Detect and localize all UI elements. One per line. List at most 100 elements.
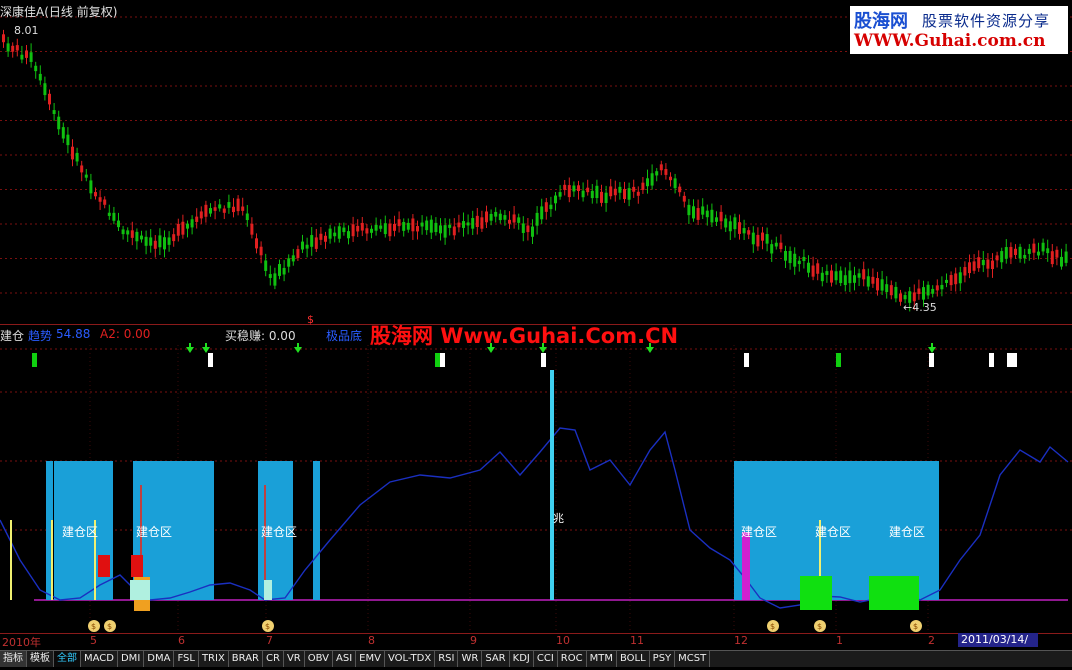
tab-dma[interactable]: DMA	[144, 651, 175, 667]
x-tick-label: 7	[266, 634, 273, 647]
candle-body	[121, 229, 125, 235]
x-tick-label: 1	[836, 634, 843, 647]
candle-body	[186, 223, 189, 229]
candle-body	[977, 257, 981, 269]
candle-body	[89, 180, 93, 194]
tab-mcst[interactable]: MCST	[675, 651, 711, 667]
marker-green	[32, 353, 37, 367]
tab-trix[interactable]: TRIX	[199, 651, 229, 667]
candle-body	[342, 227, 346, 233]
candle-body	[526, 225, 530, 233]
candle-body	[333, 232, 337, 237]
candle-body	[213, 207, 217, 211]
candle-body	[84, 174, 88, 178]
x-tick-label: 11	[630, 634, 644, 647]
marker-white	[929, 353, 934, 367]
candle-body	[595, 185, 599, 199]
signal-box	[742, 532, 750, 600]
candle-body	[618, 186, 622, 193]
candle-body	[462, 221, 465, 228]
candle-body	[710, 209, 714, 223]
tab-cci[interactable]: CCI	[534, 651, 558, 667]
tab-roc[interactable]: ROC	[558, 651, 587, 667]
candle-body	[34, 65, 38, 72]
candle-body	[508, 219, 511, 224]
candle-body	[365, 228, 369, 234]
dollar-mark: $	[307, 313, 314, 326]
extreme-bottom-label: 极品底	[326, 329, 363, 343]
tab-wr[interactable]: WR	[458, 651, 483, 667]
candle-body	[383, 223, 387, 235]
candle-body	[623, 188, 626, 200]
candle-body	[797, 260, 801, 265]
candle-body	[149, 237, 153, 246]
zone-label: 建仓区	[741, 525, 778, 539]
tab-vr[interactable]: VR	[284, 651, 305, 667]
candle-body	[655, 171, 659, 176]
candle-body	[167, 237, 171, 245]
candle-body	[719, 211, 723, 222]
signal-box	[800, 576, 832, 610]
candle-body	[480, 217, 484, 229]
tab-kdj[interactable]: KDJ	[510, 651, 534, 667]
candle-body	[949, 275, 953, 286]
tab-vol-tdx[interactable]: VOL-TDX	[385, 651, 436, 667]
tab-cr[interactable]: CR	[263, 651, 284, 667]
candle-body	[788, 251, 792, 264]
candle-body	[650, 173, 654, 186]
tab-模板[interactable]: 模板	[27, 651, 54, 667]
tab-全部[interactable]: 全部	[54, 651, 81, 667]
tab-mtm[interactable]: MTM	[587, 651, 617, 667]
tab-psy[interactable]: PSY	[650, 651, 676, 667]
candle-body	[940, 284, 944, 290]
tab-rsi[interactable]: RSI	[435, 651, 459, 667]
candle-body	[641, 182, 645, 190]
candle-body	[733, 217, 737, 230]
candle-body	[563, 184, 567, 190]
candle-body	[885, 284, 889, 293]
candle-body	[581, 190, 585, 198]
x-tick-label: 8	[368, 634, 375, 647]
candle-body	[577, 185, 580, 192]
indicator-name[interactable]: 建仓	[0, 327, 24, 344]
candle-body	[659, 164, 663, 171]
money-bag-icon: $	[107, 622, 112, 631]
tab-obv[interactable]: OBV	[305, 651, 333, 667]
candle-body	[889, 285, 893, 296]
candle-body	[696, 208, 700, 220]
marker-white	[208, 353, 213, 367]
candle-body	[61, 127, 65, 139]
tab-boll[interactable]: BOLL	[617, 651, 650, 667]
candle-body	[416, 226, 419, 232]
watermark: 股海网 Www.Guhai.Com.CN	[370, 324, 679, 348]
tab-emv[interactable]: EMV	[356, 651, 385, 667]
candle-body	[517, 217, 521, 223]
tab-sar[interactable]: SAR	[482, 651, 510, 667]
marker-white	[744, 353, 749, 367]
tab-fsl[interactable]: FSL	[174, 651, 199, 667]
candle-body	[756, 234, 760, 247]
tab-asi[interactable]: ASI	[333, 651, 357, 667]
candle-body	[926, 284, 930, 296]
tab-macd[interactable]: MACD	[81, 651, 118, 667]
candle-body	[94, 192, 97, 197]
candle-body	[402, 221, 406, 231]
candle-body	[669, 176, 672, 181]
marker-white	[989, 353, 994, 367]
candle-body	[880, 279, 884, 291]
marker-white	[541, 353, 546, 367]
candle-body	[834, 271, 838, 281]
candle-body	[742, 228, 746, 234]
candle-body	[199, 211, 203, 219]
candle-body	[981, 259, 985, 266]
tab-dmi[interactable]: DMI	[118, 651, 145, 667]
tab-指标[interactable]: 指标	[0, 651, 27, 667]
candle-body	[66, 134, 70, 146]
candle-body	[374, 224, 378, 231]
candle-body	[439, 225, 442, 234]
candle-body	[259, 246, 263, 256]
candle-body	[774, 242, 778, 247]
tab-brar[interactable]: BRAR	[229, 651, 263, 667]
candle-body	[1037, 251, 1040, 256]
candle-body	[25, 50, 28, 58]
